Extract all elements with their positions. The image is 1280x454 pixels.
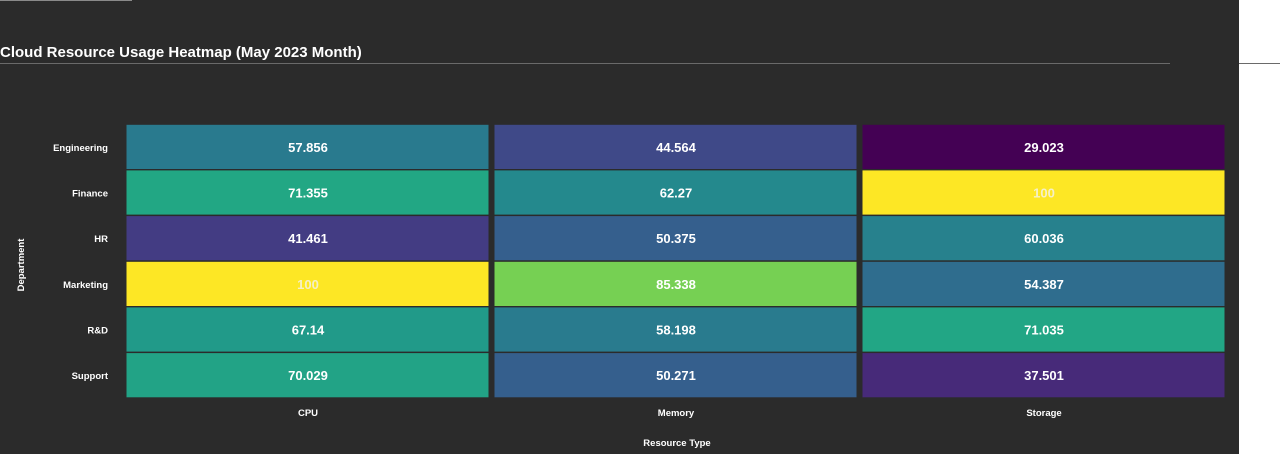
heatmap-cell-label: 85.338	[656, 277, 696, 292]
heatmap-cells: 57.856 44.564 29.023 71.355 62.27 100 41.461 50…	[126, 124, 1225, 398]
heatmap-cell-label: 100	[297, 277, 319, 292]
heatmap-cell-label: 100	[1033, 186, 1055, 201]
heatmap-cell-label: 62.27	[660, 186, 693, 201]
x-tick-labels: CPU Memory Storage	[298, 408, 1062, 419]
heatmap-cell-label: 57.856	[288, 140, 328, 155]
heatmap-chart: 57.856 44.564 29.023 71.355 62.27 100 41.461 50…	[16, 124, 1225, 449]
heatmap-cell-label: 29.023	[1024, 140, 1064, 155]
y-tick-label: R&D	[87, 326, 108, 337]
heatmap-cell-label: 58.198	[656, 323, 696, 338]
heatmap-cell-label: 50.271	[656, 368, 696, 383]
heatmap-cell-label: 37.501	[1024, 368, 1064, 383]
y-tick-label: Engineering	[53, 143, 108, 154]
x-axis-label: Resource Type	[643, 438, 710, 449]
x-tick-label: Storage	[1026, 408, 1061, 419]
heatmap-cell-label: 54.387	[1024, 277, 1064, 292]
heatmap-cell-label: 67.14	[292, 323, 325, 338]
x-tick-label: CPU	[298, 408, 318, 419]
y-axis-label: Department	[16, 238, 27, 292]
y-tick-label: Marketing	[63, 280, 108, 291]
y-tick-label: Finance	[72, 189, 108, 200]
heatmap-cell-label: 60.036	[1024, 231, 1064, 246]
heatmap-cell-label: 71.355	[288, 186, 328, 201]
y-tick-labels: Engineering Finance HR Marketing R&D Support	[53, 143, 109, 382]
y-tick-label: HR	[94, 234, 108, 245]
heatmap-cell-label: 44.564	[656, 140, 697, 155]
x-tick-label: Memory	[658, 408, 695, 419]
heatmap-cell-label: 70.029	[288, 368, 328, 383]
heatmap-cell-label: 50.375	[656, 231, 696, 246]
heatmap-cell-label: 71.035	[1024, 323, 1064, 338]
heatmap-cell-label: 41.461	[288, 231, 328, 246]
y-tick-label: Support	[72, 371, 109, 382]
